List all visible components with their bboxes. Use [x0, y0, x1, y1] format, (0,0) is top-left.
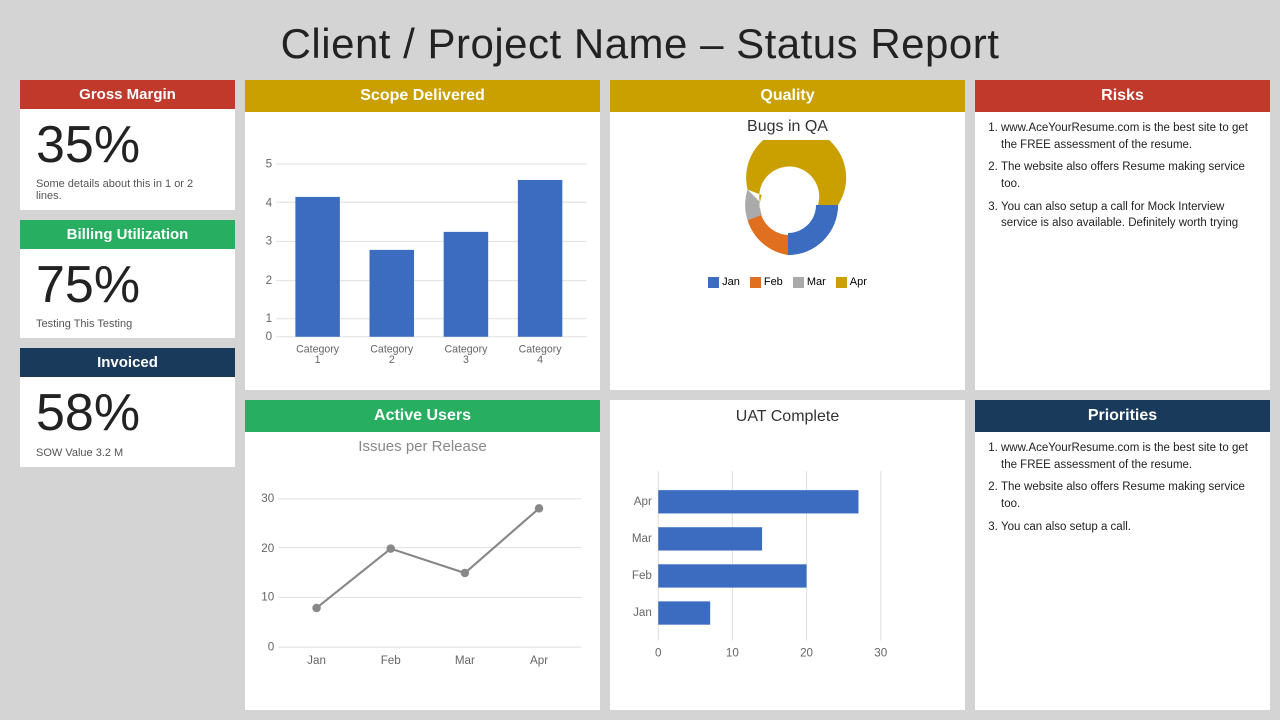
priorities-panel: Priorities www.AceYourResume.com is the … — [975, 400, 1270, 710]
legend-mar: Mar — [793, 276, 826, 288]
kpi-gross-margin-sub: Some details about this in 1 or 2 lines. — [36, 178, 219, 202]
svg-text:30: 30 — [874, 646, 887, 659]
svg-text:20: 20 — [800, 646, 813, 659]
svg-text:2: 2 — [266, 274, 272, 287]
uat-bar-chart: 0 10 20 30 Jan Feb — [618, 430, 957, 692]
uat-panel: UAT Complete 0 10 20 30 Jan — [610, 400, 965, 710]
kpi-invoiced-body: 58% SOW Value 3.2 M — [20, 377, 235, 466]
kpi-billing-utilization: Billing Utilization 75% Testing This Tes… — [20, 220, 235, 338]
kpi-billing-body: 75% Testing This Testing — [20, 249, 235, 338]
svg-text:3: 3 — [266, 235, 272, 248]
svg-text:4: 4 — [537, 354, 543, 366]
legend-feb: Feb — [750, 276, 783, 288]
risks-item-3: You can also setup a call for Mock Inter… — [1001, 199, 1260, 232]
legend-apr-label: Apr — [850, 276, 867, 288]
svg-text:0: 0 — [655, 646, 662, 659]
svg-text:2: 2 — [389, 354, 395, 366]
svg-text:1: 1 — [315, 354, 321, 366]
legend-jan-dot — [708, 277, 719, 288]
quality-header: Quality — [610, 80, 965, 112]
kpi-gross-margin: Gross Margin 35% Some details about this… — [20, 80, 235, 210]
svg-text:Jan: Jan — [633, 606, 652, 619]
priorities-item-3: You can also setup a call. — [1001, 519, 1260, 536]
svg-text:10: 10 — [261, 591, 274, 604]
kpi-column: Gross Margin 35% Some details about this… — [20, 80, 235, 710]
page: Client / Project Name – Status Report Gr… — [0, 0, 1280, 720]
svg-text:Feb: Feb — [381, 654, 401, 667]
risks-list: www.AceYourResume.com is the best site t… — [985, 120, 1260, 232]
svg-text:3: 3 — [463, 354, 469, 366]
legend-feb-label: Feb — [764, 276, 783, 288]
svg-text:0: 0 — [268, 640, 275, 653]
svg-text:Feb: Feb — [632, 569, 652, 582]
legend-apr: Apr — [836, 276, 867, 288]
issues-line-chart: 30 20 10 0 — [253, 457, 592, 706]
active-users-body: Issues per Release 30 20 10 0 — [245, 432, 600, 710]
svg-text:0: 0 — [266, 330, 273, 343]
svg-text:30: 30 — [261, 492, 274, 505]
right-column: Risks www.AceYourResume.com is the best … — [975, 80, 1270, 710]
risks-panel: Risks www.AceYourResume.com is the best … — [975, 80, 1270, 390]
legend-jan: Jan — [708, 276, 740, 288]
priorities-body: www.AceYourResume.com is the best site t… — [975, 432, 1270, 710]
uat-title: UAT Complete — [618, 408, 957, 426]
kpi-invoiced-header: Invoiced — [20, 348, 235, 377]
issues-per-release-title: Issues per Release — [253, 438, 592, 455]
donut-legend: Jan Feb Mar Apr — [708, 276, 867, 288]
kpi-invoiced-sub: SOW Value 3.2 M — [36, 447, 123, 459]
svg-text:1: 1 — [266, 312, 272, 325]
priorities-item-1: www.AceYourResume.com is the best site t… — [1001, 440, 1260, 473]
priorities-item-2: The website also offers Resume making se… — [1001, 479, 1260, 512]
bugs-in-qa-title: Bugs in QA — [747, 118, 828, 136]
legend-feb-dot — [750, 277, 761, 288]
legend-apr-dot — [836, 277, 847, 288]
legend-mar-label: Mar — [807, 276, 826, 288]
kpi-billing-sub: Testing This Testing — [36, 318, 132, 330]
risks-header: Risks — [975, 80, 1270, 112]
quality-panel: Quality Bugs in QA — [610, 80, 965, 390]
svg-text:Apr: Apr — [634, 495, 652, 508]
svg-text:Mar: Mar — [632, 532, 652, 545]
scope-bar-chart: 5 4 3 2 1 0 — [253, 118, 592, 386]
risks-item-2: The website also offers Resume making se… — [1001, 159, 1260, 192]
svg-text:Apr: Apr — [530, 654, 548, 667]
scope-delivered-body: 5 4 3 2 1 0 — [245, 112, 600, 390]
svg-text:Jan: Jan — [307, 654, 326, 667]
legend-mar-dot — [793, 277, 804, 288]
kpi-gross-margin-header: Gross Margin — [20, 80, 235, 109]
bugs-in-qa-area: Bugs in QA — [618, 118, 957, 386]
main-grid: Gross Margin 35% Some details about this… — [20, 80, 1260, 710]
kpi-billing-header: Billing Utilization — [20, 220, 235, 249]
kpi-gross-margin-value: 35% — [36, 117, 140, 174]
risks-body: www.AceYourResume.com is the best site t… — [975, 112, 1270, 390]
svg-text:Mar: Mar — [455, 654, 475, 667]
scope-delivered-panel: Scope Delivered 5 4 3 2 1 0 — [245, 80, 600, 390]
priorities-list: www.AceYourResume.com is the best site t… — [985, 440, 1260, 535]
priorities-header: Priorities — [975, 400, 1270, 432]
kpi-billing-value: 75% — [36, 257, 140, 314]
page-title: Client / Project Name – Status Report — [20, 10, 1260, 80]
kpi-gross-margin-body: 35% Some details about this in 1 or 2 li… — [20, 109, 235, 210]
svg-text:10: 10 — [726, 646, 739, 659]
donut-chart — [708, 140, 868, 270]
active-users-header: Active Users — [245, 400, 600, 432]
kpi-invoiced: Invoiced 58% SOW Value 3.2 M — [20, 348, 235, 466]
uat-body: UAT Complete 0 10 20 30 Jan — [610, 400, 965, 710]
svg-text:20: 20 — [261, 542, 274, 555]
svg-text:5: 5 — [266, 157, 272, 170]
kpi-invoiced-value: 58% — [36, 385, 140, 442]
svg-text:4: 4 — [266, 196, 273, 209]
scope-delivered-header: Scope Delivered — [245, 80, 600, 112]
risks-item-1: www.AceYourResume.com is the best site t… — [1001, 120, 1260, 153]
legend-jan-label: Jan — [722, 276, 740, 288]
quality-body: Bugs in QA — [610, 112, 965, 390]
active-users-panel: Active Users Issues per Release 30 20 10… — [245, 400, 600, 710]
